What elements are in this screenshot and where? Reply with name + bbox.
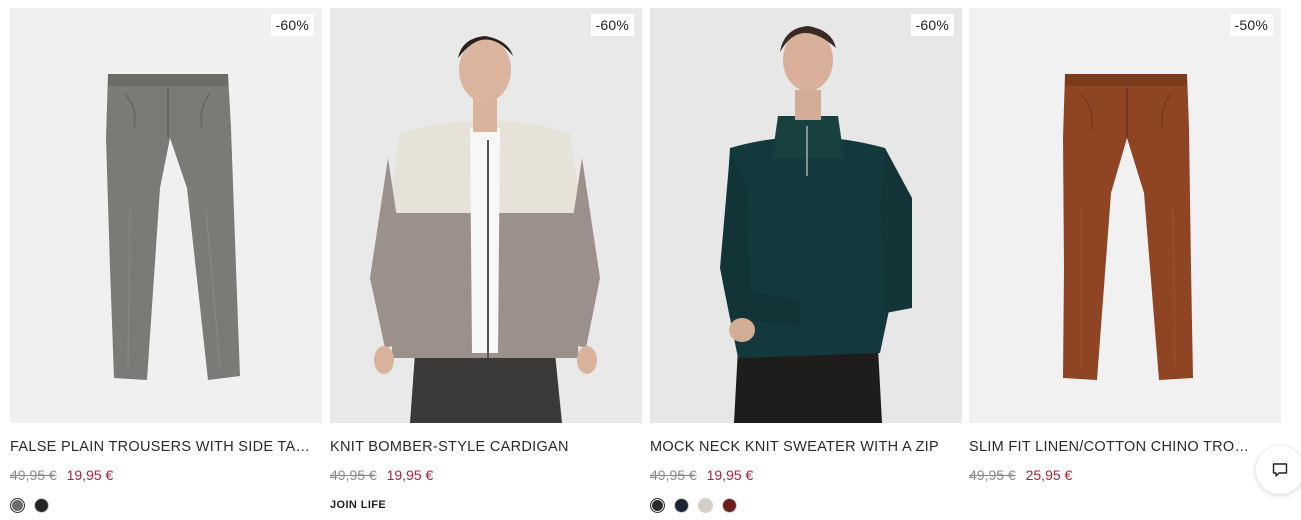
original-price: 49,95 € <box>330 467 377 483</box>
color-swatches <box>10 498 49 513</box>
product-card[interactable]: -60% MOCK NECK KNIT SWEATER WITH A ZIP 4… <box>650 8 962 520</box>
product-name[interactable]: MOCK NECK KNIT SWEATER WITH A ZIP <box>650 439 950 455</box>
product-image[interactable]: -60% <box>650 8 962 423</box>
sale-price: 25,95 € <box>1025 467 1073 483</box>
sale-price: 19,95 € <box>386 467 434 483</box>
chat-button[interactable] <box>1256 446 1301 494</box>
grey-trousers-image <box>10 8 322 423</box>
chat-bubble-icon <box>1272 463 1288 477</box>
product-name[interactable]: FALSE PLAIN TROUSERS WITH SIDE TABS <box>10 439 310 455</box>
original-price: 49,95 € <box>650 467 697 483</box>
discount-badge: -50% <box>1229 14 1273 36</box>
discount-badge: -60% <box>910 14 954 36</box>
product-name[interactable]: SLIM FIT LINEN/COTTON CHINO TROUS... <box>969 439 1258 455</box>
color-swatches <box>650 498 737 513</box>
product-card[interactable]: -60% KNIT BOMBER-STYLE CARDIGAN 49,95 € … <box>330 8 642 520</box>
product-image[interactable]: -50% <box>969 8 1281 423</box>
original-price: 49,95 € <box>10 467 57 483</box>
join-life-tag: JOIN LIFE <box>330 499 387 511</box>
product-name[interactable]: KNIT BOMBER-STYLE CARDIGAN <box>330 439 630 455</box>
rust-chinos-image <box>969 8 1281 423</box>
discount-badge: -60% <box>590 14 634 36</box>
price-row: 49,95 € 19,95 € <box>330 467 433 483</box>
bomber-cardigan-model-image <box>330 8 642 423</box>
color-swatch-navy[interactable] <box>674 498 689 513</box>
color-swatch-grey[interactable] <box>10 498 25 513</box>
product-image[interactable]: -60% <box>330 8 642 423</box>
price-row: 49,95 € 25,95 € <box>969 467 1072 483</box>
price-row: 49,95 € 19,95 € <box>10 467 113 483</box>
sale-price: 19,95 € <box>66 467 114 483</box>
color-swatch-beige[interactable] <box>698 498 713 513</box>
sale-price: 19,95 € <box>706 467 754 483</box>
green-sweater-model-image <box>650 8 962 423</box>
color-swatch-black[interactable] <box>34 498 49 513</box>
product-card[interactable]: -60% FALSE PLAIN TROUSERS WITH SIDE TABS… <box>10 8 322 520</box>
original-price: 49,95 € <box>969 467 1016 483</box>
discount-badge: -60% <box>270 14 314 36</box>
color-swatch-burgundy[interactable] <box>722 498 737 513</box>
price-row: 49,95 € 19,95 € <box>650 467 753 483</box>
color-swatch-black[interactable] <box>650 498 665 513</box>
product-grid: -60% FALSE PLAIN TROUSERS WITH SIDE TABS… <box>10 8 1282 520</box>
product-card[interactable]: -50% SLIM FIT LINEN/COTTON CHINO TROUS..… <box>969 8 1281 520</box>
product-image[interactable]: -60% <box>10 8 322 423</box>
